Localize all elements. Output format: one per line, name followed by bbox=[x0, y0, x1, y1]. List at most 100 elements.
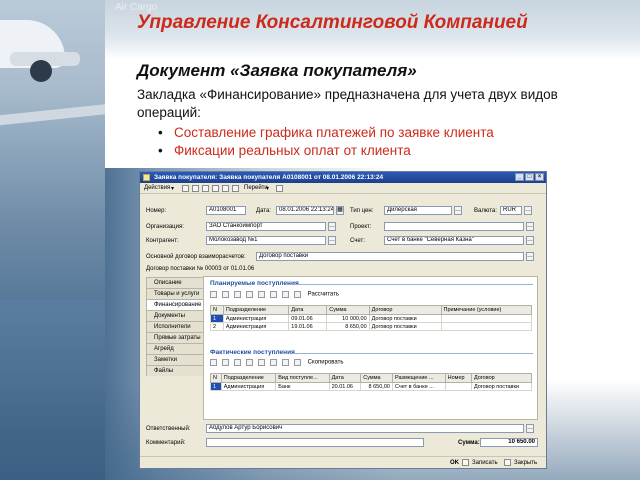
maximize-icon[interactable]: □ bbox=[525, 173, 534, 181]
copy-row-icon[interactable] bbox=[222, 291, 229, 298]
copy-icon[interactable] bbox=[192, 185, 199, 192]
move-up-icon[interactable] bbox=[258, 291, 265, 298]
move-down-icon[interactable] bbox=[270, 359, 277, 366]
move-up-icon[interactable] bbox=[258, 359, 265, 366]
calculate-button[interactable]: Рассчитать bbox=[308, 292, 339, 298]
goto-menu[interactable]: Перейти bbox=[244, 185, 268, 191]
calendar-icon[interactable]: ▦ bbox=[336, 206, 344, 215]
slide: Air Cargo Управление Консалтинговой Комп… bbox=[0, 0, 640, 480]
number-field[interactable]: А0108001 bbox=[206, 206, 246, 215]
column-header[interactable]: Сумма bbox=[326, 305, 370, 315]
account-select-button[interactable]: … bbox=[526, 236, 534, 245]
column-header[interactable]: Примечание (условие) bbox=[440, 305, 533, 315]
table-cell: 1 bbox=[210, 314, 224, 323]
column-header[interactable]: Подразделение bbox=[220, 373, 277, 383]
project-field[interactable] bbox=[384, 222, 524, 231]
comment-field[interactable] bbox=[206, 438, 424, 447]
new-icon[interactable] bbox=[182, 185, 189, 192]
save-icon[interactable] bbox=[462, 459, 469, 466]
add-row-icon[interactable] bbox=[210, 291, 217, 298]
tab-notes[interactable]: Заметки bbox=[146, 354, 204, 365]
close-button[interactable]: Закрыть bbox=[514, 460, 537, 466]
edit-row-icon[interactable] bbox=[234, 359, 241, 366]
sort-desc-icon[interactable] bbox=[294, 291, 301, 298]
column-header[interactable]: Подразделение bbox=[222, 305, 290, 315]
delete-row-icon[interactable] bbox=[246, 291, 253, 298]
move-down-icon[interactable] bbox=[270, 291, 277, 298]
actions-dropdown-icon[interactable]: ▾ bbox=[171, 185, 174, 192]
price-type-label: Тип цен: bbox=[350, 208, 374, 214]
column-header[interactable]: N bbox=[210, 373, 222, 383]
copy-button[interactable]: Скопировать bbox=[308, 360, 344, 366]
table-row[interactable]: 2 Администрация 19.01.06 8 650,00 Догово… bbox=[210, 322, 533, 331]
organization-field[interactable]: ЗАО Станкоимпорт bbox=[206, 222, 326, 231]
bullet-item: Фиксации реальных оплат от клиента bbox=[158, 142, 494, 160]
table-row[interactable]: 1 Администрация 09.01.06 10 000,00 Догов… bbox=[210, 314, 533, 323]
tab-description[interactable]: Описание bbox=[146, 277, 204, 288]
column-header[interactable]: Вид поступле... bbox=[275, 373, 330, 383]
main-contract-select-button[interactable]: … bbox=[526, 252, 534, 261]
responsible-select-button[interactable]: … bbox=[526, 424, 534, 433]
column-header[interactable]: Размещение ... bbox=[391, 373, 446, 383]
tab-direct-costs[interactable]: Прямые затраты bbox=[146, 332, 204, 343]
price-type-select-button[interactable]: … bbox=[454, 206, 462, 215]
column-header[interactable]: N bbox=[210, 305, 224, 315]
close-icon[interactable]: × bbox=[535, 173, 544, 181]
help-icon[interactable] bbox=[276, 185, 283, 192]
organization-select-button[interactable]: … bbox=[328, 222, 336, 231]
table-cell: 19.01.06 bbox=[288, 322, 328, 331]
refresh-icon[interactable] bbox=[222, 185, 229, 192]
save-button[interactable]: Записать bbox=[472, 460, 498, 466]
tab-financing[interactable]: Финансирование bbox=[146, 299, 204, 310]
close-doc-icon[interactable] bbox=[504, 459, 511, 466]
sum-label: Сумма: bbox=[458, 440, 480, 446]
goto-dropdown-icon[interactable]: ▾ bbox=[266, 185, 269, 192]
column-header[interactable]: Сумма bbox=[360, 373, 393, 383]
structure-icon[interactable] bbox=[232, 185, 239, 192]
responsible-field[interactable]: Абдулов Артур Борисович bbox=[206, 424, 524, 433]
sort-asc-icon[interactable] bbox=[282, 291, 289, 298]
tab-executors[interactable]: Исполнители bbox=[146, 321, 204, 332]
minimize-icon[interactable]: _ bbox=[515, 173, 524, 181]
column-header[interactable]: Дата bbox=[288, 305, 328, 315]
account-field[interactable]: Счет в банке "Северная Казна" bbox=[384, 236, 524, 245]
delete-icon[interactable] bbox=[212, 185, 219, 192]
ok-button[interactable]: OK bbox=[450, 460, 459, 466]
edit-icon[interactable] bbox=[202, 185, 209, 192]
contractor-select-button[interactable]: … bbox=[328, 236, 336, 245]
sort-asc-icon[interactable] bbox=[282, 359, 289, 366]
tab-documents[interactable]: Документы bbox=[146, 310, 204, 321]
table-cell bbox=[440, 314, 533, 323]
table-row[interactable]: 1 Администрация Банк 20.01.06 8 650,00 С… bbox=[210, 382, 533, 391]
currency-field[interactable]: RUR bbox=[500, 206, 522, 215]
date-field[interactable]: 08.01.2006 22:13:24 bbox=[276, 206, 334, 215]
copy-row-icon[interactable] bbox=[222, 359, 229, 366]
main-contract-field[interactable]: Договор поставки bbox=[256, 252, 524, 261]
column-header[interactable]: Номер bbox=[444, 373, 472, 383]
table-cell bbox=[440, 322, 533, 331]
currency-select-button[interactable]: … bbox=[524, 206, 532, 215]
column-header[interactable]: Дата bbox=[328, 373, 362, 383]
section-divider bbox=[294, 353, 533, 354]
tab-agreid[interactable]: Агрейд bbox=[146, 343, 204, 354]
column-header[interactable]: Договор bbox=[470, 373, 533, 383]
tab-goods[interactable]: Товары и услуги bbox=[146, 288, 204, 299]
table-cell: Администрация bbox=[220, 382, 277, 391]
actions-menu[interactable]: Действия bbox=[144, 185, 170, 191]
currency-label: Валюта: bbox=[474, 208, 497, 214]
slide-title: Управление Консалтинговой Компанией bbox=[137, 12, 528, 33]
price-type-field[interactable]: Дилерская bbox=[384, 206, 452, 215]
contractor-field[interactable]: Молокозавод №1 bbox=[206, 236, 326, 245]
delete-row-icon[interactable] bbox=[246, 359, 253, 366]
edit-row-icon[interactable] bbox=[234, 291, 241, 298]
column-header[interactable]: Договор bbox=[368, 305, 442, 315]
add-row-icon[interactable] bbox=[210, 359, 217, 366]
table-cell: Счет в банке ... bbox=[391, 382, 446, 391]
window-title: Заявка покупателя: Заявка покупателя А01… bbox=[154, 174, 384, 181]
project-select-button[interactable]: … bbox=[526, 222, 534, 231]
supply-contract-link[interactable]: Договор поставки № 00003 от 01.01.06 bbox=[146, 266, 254, 272]
sort-desc-icon[interactable] bbox=[294, 359, 301, 366]
tab-files[interactable]: Файлы bbox=[146, 365, 204, 376]
description-text: Закладка «Финансирование» предназначена … bbox=[137, 87, 558, 120]
table-cell: 2 bbox=[210, 322, 224, 331]
